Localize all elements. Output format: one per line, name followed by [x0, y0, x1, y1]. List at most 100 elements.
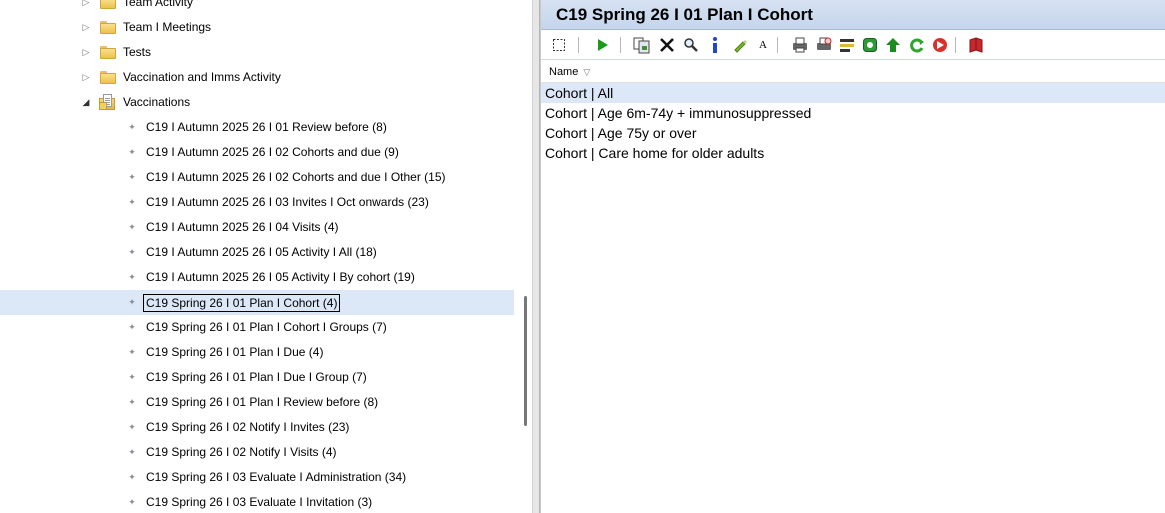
- tree-item-label: C19 I Autumn 2025 26 I 04 Visits (4): [146, 220, 339, 234]
- expand-arrow-icon[interactable]: ▷: [80, 0, 92, 8]
- tree-item[interactable]: ✦ C19 Spring 26 I 03 Evaluate I Invitatio…: [0, 490, 514, 513]
- report-bullet-icon: ✦: [128, 472, 136, 482]
- tree-folder-row[interactable]: ▷ Team Activity: [0, 0, 514, 15]
- select-icon[interactable]: [549, 35, 569, 55]
- collapse-arrow-icon[interactable]: ◢: [80, 96, 92, 108]
- next-icon[interactable]: [930, 35, 950, 55]
- report-bullet-icon: ✦: [128, 297, 136, 307]
- tree-item-label: C19 Spring 26 I 01 Plan I Due I Group (7…: [146, 370, 367, 384]
- report-bullet-icon: ✦: [128, 172, 136, 182]
- tree-pane[interactable]: ▷ Team Activity ▷ Team I Meetings ▷ Tests ▷ Vac…: [0, 0, 532, 513]
- tree-item-label: C19 Spring 26 I 02 Notify I Invites (23): [146, 420, 350, 434]
- tree-item[interactable]: ✦ C19 Spring 26 I 01 Plan I Cohort I Grou…: [0, 315, 514, 340]
- tree-folder-row-open[interactable]: ◢ Vaccinations: [0, 90, 514, 115]
- report-bullet-icon: ✦: [128, 272, 136, 282]
- tree-item[interactable]: ✦ C19 Spring 26 I 02 Notify I Visits (4): [0, 440, 514, 465]
- expand-arrow-icon[interactable]: ▷: [80, 46, 92, 58]
- tree-folder-label: Vaccination and Imms Activity: [123, 70, 281, 84]
- tree-item-label: C19 Spring 26 I 02 Notify I Visits (4): [146, 445, 337, 459]
- report-bullet-icon: ✦: [128, 422, 136, 432]
- report-bullet-icon: ✦: [128, 347, 136, 357]
- tree-item[interactable]: ✦ C19 I Autumn 2025 26 I 02 Cohorts and d…: [0, 140, 514, 165]
- toolbar-separator: [777, 37, 778, 53]
- grid-row[interactable]: Cohort | Age 6m-74y + immunosuppressed: [541, 103, 1165, 123]
- report-bullet-icon: ✦: [128, 497, 136, 507]
- grid-cell-name: Cohort | Age 6m-74y + immunosuppressed: [545, 105, 812, 121]
- report-bullet-icon: ✦: [128, 372, 136, 382]
- print-preview-icon[interactable]: [814, 35, 834, 55]
- grid-cell-name: Cohort | Care home for older adults: [545, 145, 765, 161]
- report-bullet-icon: ✦: [128, 447, 136, 457]
- pane-splitter[interactable]: [532, 0, 541, 513]
- tree-item[interactable]: ✦ C19 Spring 26 I 01 Plan I Due I Group (…: [0, 365, 514, 390]
- tree-item[interactable]: ✦ C19 I Autumn 2025 26 I 03 Invites I Oct…: [0, 190, 514, 215]
- search-icon[interactable]: [681, 35, 701, 55]
- expand-arrow-icon[interactable]: ▷: [80, 21, 92, 33]
- tree-item[interactable]: ✦ C19 Spring 26 I 03 Evaluate I Administr…: [0, 465, 514, 490]
- tree-item[interactable]: ✦ C19 Spring 26 I 01 Plan I Due (4): [0, 340, 514, 365]
- tree-item[interactable]: ✦ C19 I Autumn 2025 26 I 05 Activity I By…: [0, 265, 514, 290]
- tree-item-label: C19 Spring 26 I 03 Evaluate I Invitation…: [146, 495, 373, 509]
- tree-item-label: C19 I Autumn 2025 26 I 03 Invites I Oct …: [146, 195, 429, 209]
- expand-arrow-icon[interactable]: ▷: [80, 71, 92, 83]
- toolbar-separator: [620, 37, 621, 53]
- tree-item-label: C19 Spring 26 I 01 Plan I Due (4): [146, 345, 324, 359]
- folder-icon: [100, 0, 116, 9]
- folder-icon: [100, 46, 116, 59]
- export-icon[interactable]: [860, 35, 880, 55]
- copy-icon[interactable]: [632, 35, 652, 55]
- tree-item[interactable]: ✦ C19 Spring 26 I 02 Notify I Invites (23…: [0, 415, 514, 440]
- tree-scrollbar-thumb[interactable]: [524, 296, 527, 426]
- filter-icon[interactable]: ▽: [583, 67, 590, 78]
- book-icon[interactable]: [966, 35, 986, 55]
- tree-item-label: C19 I Autumn 2025 26 I 01 Review before …: [146, 120, 387, 134]
- grid-row[interactable]: Cohort | All: [541, 83, 1165, 103]
- print-icon[interactable]: [790, 35, 810, 55]
- run-icon[interactable]: [592, 35, 612, 55]
- tree-item[interactable]: ✦ C19 Spring 26 I 01 Plan I Review before…: [0, 390, 514, 415]
- toolbar-separator: [578, 37, 579, 53]
- report-icon[interactable]: [837, 35, 857, 55]
- tree-item-label: C19 I Autumn 2025 26 I 02 Cohorts and du…: [146, 145, 399, 159]
- column-header-name[interactable]: Name ▽: [549, 66, 590, 78]
- tree-item-label: C19 I Autumn 2025 26 I 05 Activity I All…: [146, 245, 377, 259]
- tree-item-label: C19 Spring 26 I 01 Plan I Cohort (4): [143, 294, 341, 312]
- grid-row[interactable]: Cohort | Age 75y or over: [541, 123, 1165, 143]
- report-bullet-icon: ✦: [128, 222, 136, 232]
- move-up-icon[interactable]: [883, 35, 903, 55]
- tree-item[interactable]: ✦ C19 Spring 26 I 01 Plan I Cohort (4): [0, 290, 514, 315]
- tree-item[interactable]: ✦ C19 I Autumn 2025 26 I 04 Visits (4): [0, 215, 514, 240]
- report-bullet-icon: ✦: [128, 197, 136, 207]
- tree-folder-row[interactable]: ▷ Tests: [0, 40, 514, 65]
- tree-item-label: C19 Spring 26 I 01 Plan I Review before …: [146, 395, 379, 409]
- toolbar: A: [541, 30, 1165, 60]
- grid-row[interactable]: Cohort | Care home for older adults: [541, 143, 1165, 163]
- grid-header: Name ▽: [541, 61, 1165, 83]
- tree-item-label: C19 I Autumn 2025 26 I 05 Activity I By …: [146, 270, 415, 284]
- report-bullet-icon: ✦: [128, 397, 136, 407]
- info-icon[interactable]: [705, 35, 725, 55]
- grid-cell-name: Cohort | Age 75y or over: [545, 125, 697, 141]
- tree-folder-row[interactable]: ▷ Vaccination and Imms Activity: [0, 65, 514, 90]
- tree-item[interactable]: ✦ C19 I Autumn 2025 26 I 01 Review before…: [0, 115, 514, 140]
- tree-item-label: C19 Spring 26 I 01 Plan I Cohort I Group…: [146, 320, 387, 334]
- report-bullet-icon: ✦: [128, 147, 136, 157]
- report-panel: C19 Spring 26 I 01 Plan I Cohort A Name …: [541, 0, 1165, 513]
- folder-icon: [100, 21, 116, 34]
- report-bullet-icon: ✦: [128, 322, 136, 332]
- toolbar-separator: [955, 37, 956, 53]
- font-icon[interactable]: A: [753, 35, 773, 55]
- tree-folder-label: Team Activity: [123, 0, 194, 9]
- tree-folder-row[interactable]: ▷ Team I Meetings: [0, 15, 514, 40]
- tree-item[interactable]: ✦ C19 I Autumn 2025 26 I 02 Cohorts and d…: [0, 165, 514, 190]
- open-folder-icon: [99, 94, 115, 110]
- folder-icon: [100, 71, 116, 84]
- edit-icon[interactable]: [730, 35, 750, 55]
- tree-item[interactable]: ✦ C19 I Autumn 2025 26 I 05 Activity I Al…: [0, 240, 514, 265]
- column-header-label: Name: [549, 66, 579, 78]
- report-bullet-icon: ✦: [128, 122, 136, 132]
- delete-icon[interactable]: [657, 35, 677, 55]
- panel-title: C19 Spring 26 I 01 Plan I Cohort: [556, 5, 813, 24]
- panel-title-bar: C19 Spring 26 I 01 Plan I Cohort: [541, 0, 1165, 30]
- refresh-icon[interactable]: [907, 35, 927, 55]
